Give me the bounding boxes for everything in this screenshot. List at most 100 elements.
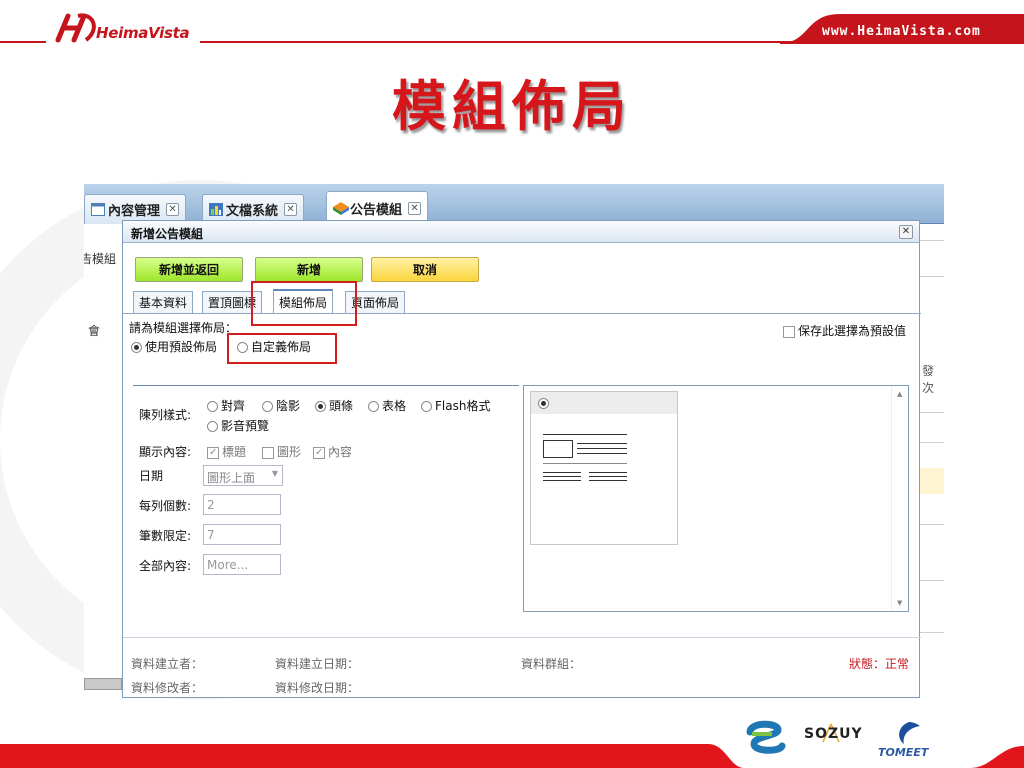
layout-preview: ▲ ▼ [523,385,909,612]
limit-label: 筆數限定: [139,529,192,543]
app-tab-label: 公告模組 [350,203,403,218]
display-style-label: 陳列樣式: [139,408,192,422]
brand-name: HeimaVista [96,24,190,42]
limit-input[interactable]: 7 [203,524,281,545]
all-content-input[interactable]: More... [203,554,281,575]
preview-line [589,472,627,473]
style-option-label: 對齊 [221,399,246,413]
background-label: 會 [88,324,101,338]
brand-logo: HeimaVista [54,10,190,44]
tab-basic-info[interactable]: 基本資料 [133,291,194,313]
dialog-header: 新增公告模組 ✕ [123,221,919,243]
save-and-return-button[interactable]: 新增並返回 [135,257,243,282]
background-label: 告模組 [84,252,117,266]
style-option-label: 頭條 [329,399,354,413]
add-button[interactable]: 新增 [255,257,363,282]
preview-scrollbar[interactable]: ▲ ▼ [891,386,908,611]
date-position-select[interactable]: 圖形上面 ▼ [203,465,283,486]
radio-icon [421,401,432,412]
display-content-label: 顯示內容: [139,445,192,459]
modifier-label: 資料修改者： [131,681,204,695]
style-option-label: 陰影 [276,399,301,413]
content-option-title[interactable]: 標題 [207,443,246,460]
options-panel-rule [133,385,519,386]
tomeet-logo-text: TOMEET [878,746,929,759]
scroll-down-icon[interactable]: ▼ [897,599,902,607]
radio-selected-icon [315,401,326,412]
slide: www.HeimaVista.com HeimaVista 模組佈局 內容管理 … [0,0,1024,768]
style-option-label: Flash格式 [435,399,491,413]
preview-image-placeholder [543,440,573,458]
style-option-headline[interactable]: 頭條 [315,397,353,414]
per-row-label: 每列個數: [139,499,192,513]
chevron-down-icon: ▼ [271,469,278,478]
heimavista-logo-icon [54,10,98,44]
checkbox-icon [262,446,274,459]
background-column-header: 發次 [922,364,935,395]
footer-divider [123,637,921,638]
style-option-table[interactable]: 表格 [368,397,406,414]
status-label: 狀態：正常 [849,657,910,671]
group-label: 資料群組： [521,657,582,671]
style-option-flash[interactable]: Flash格式 [421,397,490,414]
date-position-value: 圖形上面 [207,471,256,485]
header-url[interactable]: www.HeimaVista.com [822,24,981,39]
layout-prompt: 請為模組選擇佈局： [129,321,238,335]
date-label: 日期 [139,469,164,483]
save-as-default-checkbox[interactable]: 保存此選擇為預設值 [783,322,906,339]
radio-icon [207,401,218,412]
style-option-align[interactable]: 對齊 [207,397,245,414]
footer-bar [0,744,1024,768]
background-row-highlight [920,468,944,494]
style-option-shadow[interactable]: 陰影 [262,397,300,414]
create-date-label: 資料建立日期： [275,657,360,671]
style-option-label: 影音預覽 [221,419,270,433]
close-icon[interactable]: ✕ [408,202,422,215]
cancel-button[interactable]: 取消 [371,257,479,282]
radio-selected-icon [131,342,142,353]
tab-underline [123,313,921,314]
style-option-video[interactable]: 影音預覽 [207,417,269,434]
checkbox-checked-icon [313,446,325,459]
header-rule-left [0,41,46,43]
content-option-image[interactable]: 圖形 [262,443,301,460]
sozuy-emblem-icon [746,720,786,754]
style-option-label: 表格 [382,399,407,413]
preview-line [589,476,627,477]
creator-label: 資料建立者： [131,657,204,671]
content-option-label: 內容 [328,445,353,459]
highlight-box [227,333,337,364]
content-option-label: 標題 [222,445,247,459]
preview-line [577,453,627,454]
preview-line [543,480,581,481]
save-as-default-label: 保存此選擇為預設值 [798,324,907,338]
highlight-box [251,281,357,326]
checkbox-icon [783,325,795,338]
modify-date-label: 資料修改日期： [275,681,360,695]
preview-line [543,476,581,477]
preview-card-header [531,392,677,414]
scroll-up-icon[interactable]: ▲ [897,390,902,398]
background-scrollbar[interactable] [84,678,122,690]
preview-line [577,448,627,449]
preview-line [543,472,581,473]
default-layout-radio[interactable]: 使用預設佈局 [131,338,217,355]
add-announcement-dialog: 新增公告模組 ✕ 新增並返回 新增 取消 基本資料 置頂圖標 模組佈局 頁面佈局… [122,220,921,698]
content-option-body[interactable]: 內容 [313,443,352,460]
app-tab-label: 文檔系統 [226,204,279,219]
radio-selected-icon [538,398,549,409]
app-screenshot: 內容管理 ✕ 文檔系統 ✕ 公告模組 ✕ 告模組 會 發次 新增公告模組 ✕ 新… [84,184,944,698]
app-tab-label: 內容管理 [108,204,161,219]
document-chart-icon [209,203,223,216]
layout-preview-card[interactable] [530,391,678,545]
close-icon[interactable]: ✕ [284,203,298,216]
radio-icon [262,401,273,412]
content-option-label: 圖形 [277,445,302,459]
radio-icon [207,421,218,432]
sozuy-logo-text: SOZUY [804,726,863,742]
preview-line [589,480,627,481]
per-row-input[interactable]: 2 [203,494,281,515]
close-icon[interactable]: ✕ [899,225,913,239]
close-icon[interactable]: ✕ [166,203,180,216]
announcement-cube-icon [333,202,349,215]
